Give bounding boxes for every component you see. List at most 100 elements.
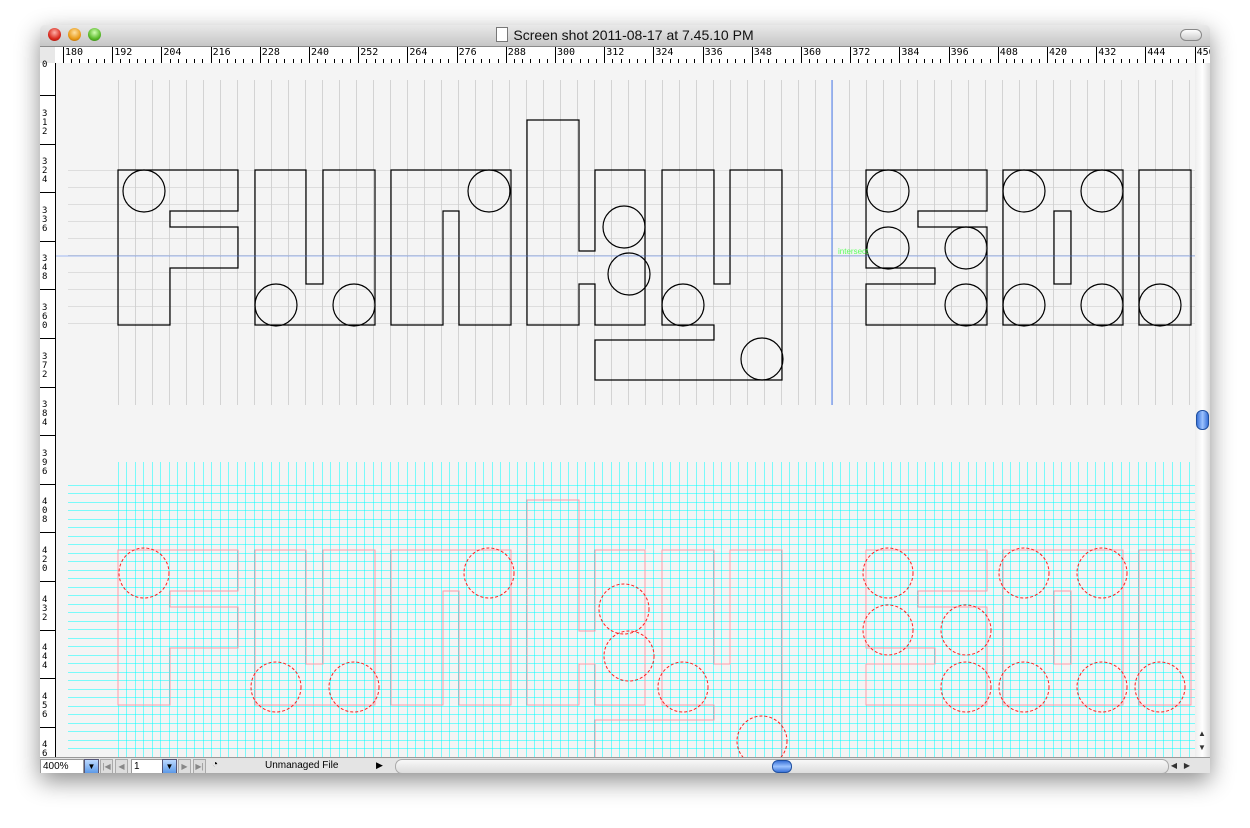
smart-guide-label: intersect [838, 247, 869, 256]
ruler-label: 444 [1147, 47, 1166, 58]
ruler-major-tick [40, 435, 55, 437]
document-icon [496, 27, 509, 42]
ruler-major-tick [40, 240, 55, 242]
ruler-major-tick [850, 47, 852, 63]
artwork: intersect [56, 80, 1195, 757]
page-number-field[interactable]: 1 [131, 759, 163, 773]
ruler-label: 336 [42, 205, 48, 234]
ruler-label: 324 [42, 157, 48, 186]
ruler-major-tick [309, 47, 310, 63]
status-menu-arrow-icon[interactable]: ▶ [376, 759, 383, 772]
ruler-label: 372 [42, 351, 48, 380]
ruler-major-tick [801, 47, 802, 63]
horizontal-scroll-thumb[interactable] [772, 760, 792, 773]
ruler-major-tick [259, 47, 261, 63]
ruler-label: 228 [261, 47, 280, 58]
last-page-icon[interactable]: ▶| [193, 759, 206, 773]
prev-page-icon[interactable]: ◀ [115, 759, 128, 773]
status-icon[interactable]: ◔ [212, 759, 224, 772]
horizontal-ruler[interactable]: 180 192 204 216 228 240 252 264 276 288 300 312 324 3… [55, 47, 1210, 64]
ruler-label: 408 [42, 497, 48, 526]
ruler-major-tick [112, 47, 114, 63]
ruler-label: 324 [655, 47, 674, 58]
zoom-dropdown-icon[interactable]: ▼ [84, 759, 99, 773]
ruler-label: 0 [42, 60, 48, 70]
ruler-label: 420 [42, 546, 48, 574]
ruler-major-tick [1145, 47, 1147, 63]
ruler-major-tick [702, 47, 704, 63]
horizontal-grid [68, 170, 1195, 325]
file-status: Unmanaged File [265, 760, 339, 771]
scroll-right-arrow[interactable]: ▶ [1181, 759, 1193, 772]
toolbar-toggle-button[interactable] [1180, 29, 1202, 41]
ruler-major-tick [40, 386, 55, 388]
ruler-label: 204 [163, 47, 182, 58]
ruler-label: 372 [852, 47, 871, 58]
scroll-down-arrow[interactable]: ▼ [1196, 741, 1208, 754]
scroll-up-arrow[interactable]: ▲ [1196, 727, 1208, 740]
ruler-label: 348 [42, 254, 48, 283]
ruler-major-tick [40, 629, 55, 631]
ruler-major-tick [40, 678, 55, 680]
drawing-canvas[interactable]: intersect [56, 63, 1195, 757]
ruler-label: 432 [42, 594, 48, 623]
ruler-label: 216 [212, 47, 231, 58]
ruler-major-tick [358, 47, 360, 63]
ruler-major-tick [40, 143, 55, 145]
ruler-major-tick [555, 47, 556, 63]
ruler-label: 420 [1049, 47, 1068, 58]
ruler-major-tick [40, 726, 55, 728]
ruler-label: 264 [409, 47, 428, 58]
ruler-label: 288 [507, 47, 526, 58]
first-page-icon[interactable]: |◀ [100, 759, 113, 773]
zoom-level-field[interactable]: 400% [40, 759, 84, 773]
ruler-major-tick [210, 47, 212, 63]
horizontal-scrollbar[interactable] [395, 759, 1169, 773]
ruler-major-tick [505, 47, 507, 63]
ruler-major-tick [997, 47, 999, 63]
ruler-label: 432 [1098, 47, 1117, 58]
ruler-label: 300 [557, 47, 576, 58]
ruler-label: 348 [753, 47, 772, 58]
vertical-scrollbar[interactable]: ▲ ▼ [1195, 63, 1210, 757]
ruler-major-tick [40, 483, 55, 485]
cyan-horizontal-grid [68, 485, 1195, 757]
ruler-major-tick [40, 289, 55, 291]
status-bar: 400% ▼ |◀ ◀ 1 ▼ ▶ ▶| ◔ Unmanaged File ▶ … [40, 757, 1210, 773]
ruler-label: 180 [65, 47, 84, 58]
ruler-major-tick [63, 47, 64, 63]
ruler-major-tick [40, 192, 55, 194]
ruler-major-tick [653, 47, 655, 63]
ruler-label: 444 [42, 643, 48, 672]
ruler-label: 360 [42, 303, 48, 331]
ruler-major-tick [456, 47, 458, 63]
ruler-label: 276 [458, 47, 477, 58]
next-page-icon[interactable]: ▶ [178, 759, 191, 773]
ruler-label: 456 [1196, 47, 1210, 58]
title-bar: Screen shot 2011-08-17 at 7.45.10 PM [40, 25, 1210, 47]
ruler-label: 252 [360, 47, 379, 58]
ruler-label: 384 [901, 47, 920, 58]
ruler-label: 240 [311, 47, 330, 58]
ruler-label: 192 [114, 47, 133, 58]
ruler-label: 396 [950, 47, 969, 58]
ruler-label: 384 [42, 400, 48, 429]
ruler-label: 336 [704, 47, 723, 58]
ruler-major-tick [604, 47, 606, 63]
ruler-major-tick [407, 47, 409, 63]
ruler-major-tick [751, 47, 753, 63]
ruler-major-tick [1194, 47, 1196, 63]
window-title: Screen shot 2011-08-17 at 7.45.10 PM [513, 27, 754, 43]
ruler-major-tick [948, 47, 950, 63]
scroll-left-arrow[interactable]: ◀ [1168, 759, 1180, 772]
vertical-scroll-thumb[interactable] [1196, 410, 1209, 430]
app-window: Screen shot 2011-08-17 at 7.45.10 PM 180… [40, 25, 1210, 773]
vertical-ruler[interactable]: 0 312 324 336 348 360 372 384 396 408 420 432 444 456… [40, 60, 56, 768]
ruler-major-tick [40, 581, 55, 582]
ruler-major-tick [40, 95, 55, 96]
ruler-label: 312 [42, 108, 48, 137]
ruler-major-tick [161, 47, 163, 63]
page-dropdown-icon[interactable]: ▼ [162, 759, 177, 773]
ruler-major-tick [40, 338, 55, 339]
ruler-label: 456 [42, 691, 48, 720]
